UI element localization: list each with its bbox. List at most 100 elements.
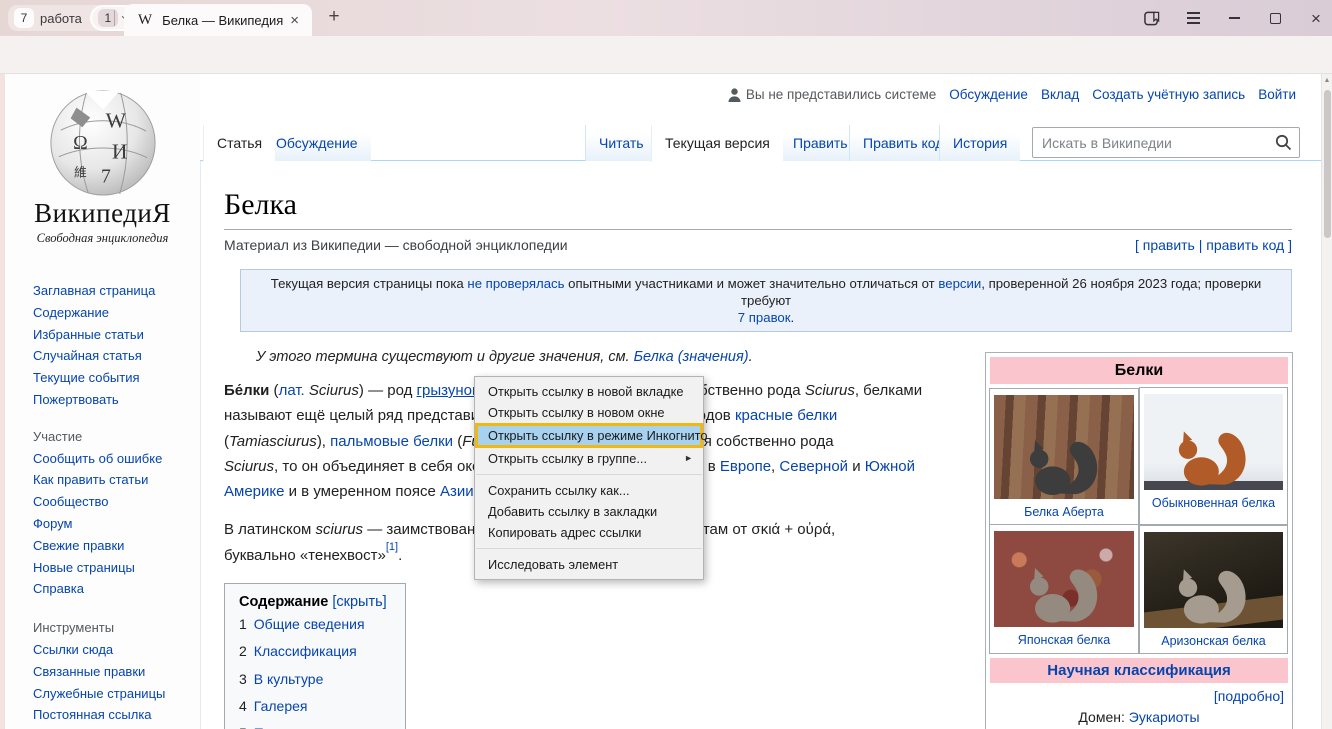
new-tab-button[interactable]: + [322, 5, 346, 29]
context-menu-item[interactable]: Исследовать элемент [475, 554, 703, 575]
sidebar-item[interactable]: Ссылки сюда [33, 639, 200, 661]
personal-link[interactable]: Войти [1258, 87, 1296, 102]
sidebar-item[interactable]: Текущие события [33, 367, 200, 389]
taxobox-title: Белки [990, 357, 1288, 384]
side-panel-icon[interactable] [1144, 10, 1160, 26]
sidebar-item[interactable]: Справка [33, 578, 200, 600]
sidebar-item[interactable]: Заглавная страница [33, 280, 200, 302]
toc-item[interactable]: 2Классификация [239, 639, 387, 664]
sidebar-item[interactable]: Форум [33, 513, 200, 535]
sidebar-item[interactable]: Пожертвовать [33, 389, 200, 411]
toc-item[interactable]: 4Галерея [239, 694, 387, 719]
squirrel-illustration-icon [1014, 550, 1115, 627]
inline-link[interactable]: [1] [386, 541, 398, 553]
article-tab[interactable]: Текущая версия [651, 125, 783, 162]
tab-close-icon[interactable]: × [287, 12, 302, 29]
article-tab[interactable]: Статья [203, 125, 275, 162]
photo-caption[interactable]: Японская белка [994, 627, 1134, 648]
inline-link[interactable]: Европе [720, 458, 771, 475]
squirrel-photo[interactable] [1144, 394, 1283, 490]
classification-rows: Домен: Эукариоты Царство: Животные [990, 706, 1288, 729]
svg-text:維: 維 [74, 165, 87, 180]
article-tab[interactable]: История [939, 125, 1020, 161]
toc-hide-link[interactable]: [скрыть] [332, 594, 386, 610]
inline-link[interactable]: править код [1206, 237, 1284, 253]
gallery-cell: Японская белка [989, 524, 1139, 654]
squirrel-photo[interactable] [1144, 532, 1283, 628]
classification-value-link[interactable]: Эукариоты [1129, 709, 1200, 725]
svg-text:7: 7 [101, 165, 111, 187]
photo-caption[interactable]: Белка Аберта [994, 499, 1134, 520]
inline-link[interactable]: | [1195, 237, 1206, 253]
personal-bar: Вы не представились системе ОбсуждениеВк… [728, 87, 1296, 102]
close-window-button[interactable]: × [1308, 10, 1324, 26]
toc-item[interactable]: 5Примечания [239, 721, 387, 729]
inline-link[interactable]: править [1143, 237, 1195, 253]
wikipedia-logo[interactable]: W Ω И 7 維 ВикипедиЯ Свободная энциклопед… [5, 86, 200, 246]
toc-item[interactable]: 1Общие сведения [239, 612, 387, 637]
photo-caption[interactable]: Обыкновенная белка [1144, 490, 1283, 511]
inline-link[interactable]: Южной [865, 458, 915, 475]
inline-link[interactable]: версии [938, 276, 981, 291]
inline-link[interactable]: 7 правок [738, 310, 791, 325]
search-icon[interactable] [1275, 134, 1292, 151]
inline-link[interactable]: не проверялась [467, 276, 564, 291]
inline-link[interactable]: красные белки [735, 407, 837, 424]
inline-link[interactable]: грызунов [417, 382, 480, 399]
article-tab[interactable]: Читать [585, 125, 657, 161]
article-tab[interactable]: Обсуждение [262, 125, 371, 161]
edit-links[interactable]: [ править | править код ] [1135, 237, 1292, 253]
sidebar-item[interactable]: Содержание [33, 302, 200, 324]
maximize-button[interactable] [1267, 10, 1283, 26]
classification-header[interactable]: Научная классификация [990, 658, 1288, 683]
title-rule [224, 229, 1292, 230]
squirrel-photo[interactable] [994, 395, 1134, 499]
classification-detail-link[interactable]: [подробно] [990, 683, 1288, 706]
scrollbar-thumb[interactable] [1324, 90, 1331, 238]
toc-item[interactable]: 3В культуре [239, 667, 387, 692]
wiki-search-input[interactable] [1032, 127, 1300, 158]
inline-link[interactable]: Белка (значения) [634, 349, 749, 365]
page-scrollbar[interactable]: ▲ [1321, 74, 1332, 729]
sidebar-item[interactable]: Как править статьи [33, 469, 200, 491]
taxobox: Белки Белка Аберта [985, 352, 1293, 729]
sidebar-item[interactable]: Постоянная ссылка [33, 704, 200, 726]
inline-link[interactable]: ] [1284, 237, 1292, 253]
user-icon [728, 88, 741, 102]
context-menu-item[interactable]: Добавить ссылку в закладки [475, 501, 703, 522]
context-menu-item[interactable]: Сохранить ссылку как... [475, 480, 703, 501]
personal-link[interactable]: Вклад [1041, 87, 1079, 102]
squirrel-photo[interactable] [994, 531, 1134, 627]
context-menu-item[interactable]: Открыть ссылку в режиме Инкогнито [475, 423, 703, 448]
sidebar-item[interactable]: Новые страницы [33, 557, 200, 579]
context-menu-item[interactable]: Открыть ссылку в новой вкладке [475, 381, 703, 402]
inline-link[interactable]: Северной [779, 458, 848, 475]
active-browser-tab[interactable]: W Белка — Википедия × [124, 4, 312, 36]
sidebar-item: Инструменты [33, 617, 200, 639]
minimize-button[interactable] [1226, 10, 1242, 26]
classification-row: Домен: Эукариоты [990, 706, 1288, 728]
browser-menu-icon[interactable] [1185, 10, 1201, 26]
browser-tab-title: Белка — Википедия [162, 13, 287, 28]
context-menu-item[interactable]: Открыть ссылку в группе...► [475, 448, 703, 469]
inline-link[interactable]: Азии [440, 483, 474, 500]
sidebar-item[interactable]: Свежие правки [33, 535, 200, 557]
sidebar-item[interactable]: Избранные статьи [33, 324, 200, 346]
sidebar-item[interactable]: Связанные правки [33, 661, 200, 683]
inline-link[interactable]: лат. [279, 382, 305, 399]
sidebar-item[interactable]: Служебные страницы [33, 683, 200, 705]
personal-link[interactable]: Обсуждение [949, 87, 1028, 102]
personal-link[interactable]: Создать учётную запись [1092, 87, 1245, 102]
sidebar-item[interactable]: Сообщить об ошибке [33, 448, 200, 470]
sidebar-item[interactable]: Случайная статья [33, 345, 200, 367]
context-menu-item[interactable]: Копировать адрес ссылки [475, 522, 703, 543]
context-menu-item[interactable]: Открыть ссылку в новом окне [475, 402, 703, 423]
tab-group-count-badge: 7 [14, 8, 34, 28]
sidebar-item[interactable]: Сообщество [33, 491, 200, 513]
svg-text:W: W [105, 108, 126, 132]
inline-link[interactable]: Америке [224, 483, 284, 500]
inline-link[interactable]: [ [1135, 237, 1143, 253]
photo-caption[interactable]: Аризонская белка [1144, 628, 1283, 649]
inline-link[interactable]: пальмовые белки [330, 433, 453, 450]
scroll-up-arrow-icon[interactable]: ▲ [1322, 77, 1332, 84]
